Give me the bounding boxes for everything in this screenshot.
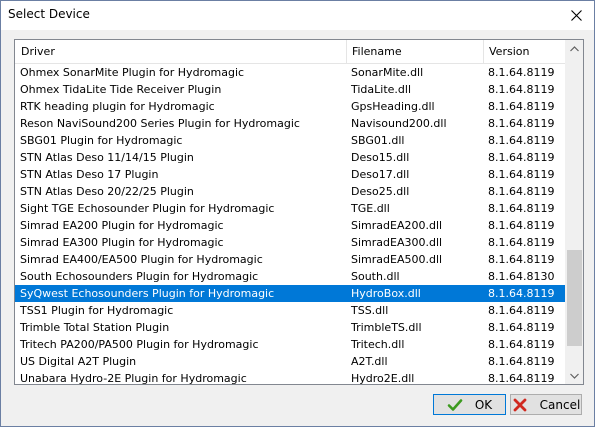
filename-cell: TrimbleTS.dll (351, 321, 422, 334)
driver-cell: SBG01 Plugin for Hydromagic (20, 134, 183, 147)
version-cell: 8.1.64.8119 (488, 338, 555, 351)
table-row[interactable]: Unabara Hydro-2E Plugin for Hydromagic Hy… (15, 370, 566, 384)
driver-cell: Simrad EA200 Plugin for Hydromagic (20, 219, 224, 232)
table-row[interactable]: US Digital A2T Plugin A2T.dll 8.1.64.8119 (15, 353, 566, 370)
table-row[interactable]: Sight TGE Echosounder Plugin for Hydroma… (15, 200, 566, 217)
table-row[interactable]: Ohmex TidaLite Tide Receiver Plugin TidaL… (15, 81, 566, 98)
version-cell: 8.1.64.8119 (488, 83, 555, 96)
version-cell: 8.1.64.8119 (488, 304, 555, 317)
version-cell: 8.1.64.8119 (488, 151, 555, 164)
column-header-driver[interactable]: Driver (15, 40, 346, 63)
version-cell: 8.1.64.8119 (488, 253, 555, 266)
version-cell: 8.1.64.8119 (488, 202, 555, 215)
ok-label: OK (474, 397, 493, 412)
driver-cell: STN Atlas Deso 17 Plugin (20, 168, 159, 181)
filename-cell: SonarMite.dll (351, 66, 424, 79)
scroll-down-button[interactable] (566, 367, 583, 384)
version-cell: 8.1.64.8119 (488, 185, 555, 198)
table-row[interactable]: SBG01 Plugin for Hydromagic SBG01.dll 8.1.… (15, 132, 566, 149)
list-header: Driver Filename Version (15, 40, 567, 64)
column-header-version[interactable]: Version (483, 40, 566, 63)
list-rows: Ohmex SonarMite Plugin for Hydromagic Son… (15, 64, 566, 384)
cancel-button[interactable]: Cancel (510, 394, 582, 415)
title-bar: Select Device (1, 1, 594, 30)
filename-cell: SimradEA200.dll (351, 219, 443, 232)
vertical-scrollbar[interactable] (565, 40, 583, 384)
filename-cell: Deso15.dll (351, 151, 410, 164)
driver-cell: TSS1 Plugin for Hydromagic (20, 304, 174, 317)
driver-cell: RTK heading plugin for Hydromagic (20, 100, 215, 113)
window-title: Select Device (8, 7, 90, 21)
scroll-up-button[interactable] (566, 40, 583, 57)
driver-cell: Simrad EA300 Plugin for Hydromagic (20, 236, 224, 249)
chevron-up-icon (570, 45, 579, 51)
device-list[interactable]: Driver Filename Version Ohmex SonarMite … (14, 39, 584, 385)
checkmark-icon (447, 397, 463, 413)
filename-cell: Hydro2E.dll (351, 372, 415, 384)
table-row[interactable]: Trimble Total Station Plugin TrimbleTS.dl… (15, 319, 566, 336)
filename-cell: TSS.dll (351, 304, 389, 317)
filename-cell: SimradEA500.dll (351, 253, 443, 266)
filename-cell: HydroBox.dll (351, 287, 421, 300)
table-row[interactable]: Tritech PA200/PA500 Plugin for Hydromagi… (15, 336, 566, 353)
version-cell: 8.1.64.8119 (488, 236, 555, 249)
filename-cell: Navisound200.dll (351, 117, 447, 130)
cancel-x-icon (512, 397, 528, 413)
version-cell: 8.1.64.8119 (488, 287, 555, 300)
version-cell: 8.1.64.8119 (488, 100, 555, 113)
table-row[interactable]: TSS1 Plugin for Hydromagic TSS.dll 8.1.64.… (15, 302, 566, 319)
driver-cell: Tritech PA200/PA500 Plugin for Hydromagi… (20, 338, 259, 351)
driver-cell: Reson NaviSound200 Series Plugin for Hyd… (20, 117, 300, 130)
filename-cell: SimradEA300.dll (351, 236, 443, 249)
driver-cell: South Echosounders Plugin for Hydromagic (20, 270, 259, 283)
close-button[interactable] (558, 1, 594, 30)
table-row[interactable]: Simrad EA300 Plugin for Hydromagic Simrad… (15, 234, 566, 251)
table-row[interactable]: SyQwest Echosounders Plugin for Hydromag… (15, 285, 566, 302)
table-row[interactable]: Simrad EA200 Plugin for Hydromagic Simrad… (15, 217, 566, 234)
version-cell: 8.1.64.8119 (488, 117, 555, 130)
driver-cell: Ohmex TidaLite Tide Receiver Plugin (20, 83, 222, 96)
driver-cell: Trimble Total Station Plugin (20, 321, 170, 334)
table-row[interactable]: Ohmex SonarMite Plugin for Hydromagic Son… (15, 64, 566, 81)
table-row[interactable]: Reson NaviSound200 Series Plugin for Hyd… (15, 115, 566, 132)
filename-cell: GpsHeading.dll (351, 100, 435, 113)
driver-cell: Simrad EA400/EA500 Plugin for Hydromagic (20, 253, 263, 266)
driver-cell: SyQwest Echosounders Plugin for Hydromag… (20, 287, 275, 300)
version-cell: 8.1.64.8119 (488, 66, 555, 79)
close-icon (570, 10, 582, 21)
filename-cell: Deso25.dll (351, 185, 410, 198)
table-row[interactable]: RTK heading plugin for Hydromagic GpsHead… (15, 98, 566, 115)
chevron-down-icon (570, 373, 579, 379)
filename-cell: Deso17.dll (351, 168, 410, 181)
driver-cell: US Digital A2T Plugin (20, 355, 137, 368)
version-cell: 8.1.64.8130 (488, 270, 555, 283)
version-cell: 8.1.64.8119 (488, 168, 555, 181)
version-cell: 8.1.64.8119 (488, 321, 555, 334)
driver-cell: STN Atlas Deso 11/14/15 Plugin (20, 151, 194, 164)
table-row[interactable]: STN Atlas Deso 17 Plugin Deso17.dll 8.1.64… (15, 166, 566, 183)
driver-cell: STN Atlas Deso 20/22/25 Plugin (20, 185, 194, 198)
table-row[interactable]: South Echosounders Plugin for Hydromagic… (15, 268, 566, 285)
filename-cell: TidaLite.dll (351, 83, 412, 96)
filename-cell: SBG01.dll (351, 134, 405, 147)
filename-cell: Tritech.dll (351, 338, 405, 351)
driver-cell: Ohmex SonarMite Plugin for Hydromagic (20, 66, 245, 79)
table-row[interactable]: STN Atlas Deso 20/22/25 Plugin Deso25.dll… (15, 183, 566, 200)
version-cell: 8.1.64.8119 (488, 355, 555, 368)
driver-cell: Sight TGE Echosounder Plugin for Hydroma… (20, 202, 275, 215)
version-cell: 8.1.64.8119 (488, 134, 555, 147)
filename-cell: TGE.dll (351, 202, 390, 215)
driver-cell: Unabara Hydro-2E Plugin for Hydromagic (20, 372, 247, 384)
version-cell: 8.1.64.8119 (488, 219, 555, 232)
column-header-filename[interactable]: Filename (346, 40, 483, 63)
filename-cell: A2T.dll (351, 355, 388, 368)
cancel-label: Cancel (539, 397, 581, 412)
filename-cell: South.dll (351, 270, 400, 283)
table-row[interactable]: Simrad EA400/EA500 Plugin for Hydromagic… (15, 251, 566, 268)
ok-button[interactable]: OK (433, 394, 506, 415)
select-device-dialog: Select Device Driver Filename Version Oh… (0, 0, 595, 427)
table-row[interactable]: STN Atlas Deso 11/14/15 Plugin Deso15.dll… (15, 149, 566, 166)
scroll-thumb[interactable] (567, 250, 582, 346)
version-cell: 8.1.64.8119 (488, 372, 555, 384)
